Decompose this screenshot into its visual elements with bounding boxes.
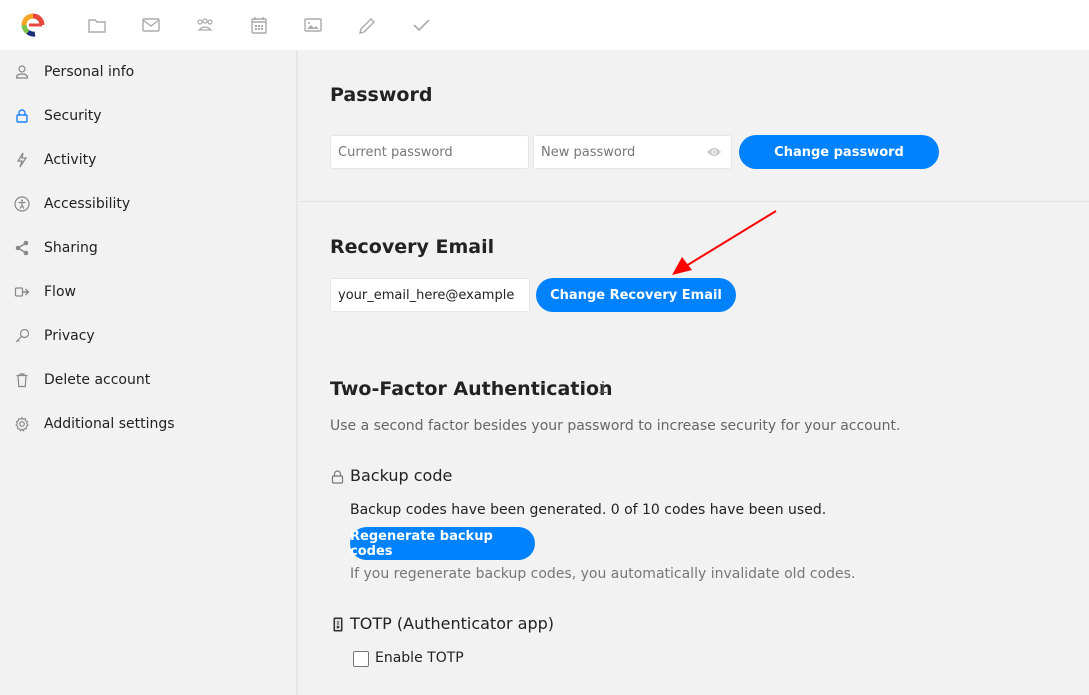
new-password-input[interactable]: New password [533, 135, 732, 169]
totp-heading: TOTP (Authenticator app) [350, 614, 555, 633]
new-password-placeholder: New password [541, 144, 636, 160]
lock-icon [331, 469, 344, 484]
recovery-email-value: your_email_here@example [338, 287, 515, 303]
current-password-placeholder: Current password [338, 144, 453, 160]
share-icon [14, 240, 30, 256]
sidebar-item-label: Accessibility [44, 196, 131, 212]
user-icon [14, 64, 30, 80]
sidebar-item-accessibility[interactable]: Accessibility [0, 182, 296, 226]
enable-totp-checkbox[interactable] [353, 651, 369, 667]
backup-code-hint: If you regenerate backup codes, you auto… [350, 566, 856, 582]
section-divider [300, 201, 1089, 202]
change-password-button[interactable]: Change password [739, 135, 939, 169]
pencil-icon[interactable] [356, 14, 378, 36]
sidebar-item-security[interactable]: Security [0, 94, 296, 138]
gear-icon [14, 416, 30, 432]
lightning-icon [14, 152, 30, 168]
sidebar-item-label: Additional settings [44, 416, 175, 432]
sidebar: Personal info Security Activity Accessib… [0, 50, 298, 695]
phone-icon [333, 617, 343, 632]
mail-icon[interactable] [140, 14, 162, 36]
sidebar-item-label: Personal info [44, 64, 135, 80]
key-icon [14, 328, 30, 344]
recovery-email-input[interactable]: your_email_here@example [330, 278, 530, 312]
eye-icon[interactable] [706, 145, 722, 159]
contacts-icon[interactable] [194, 14, 216, 36]
logo-icon[interactable] [20, 12, 46, 38]
sidebar-item-activity[interactable]: Activity [0, 138, 296, 182]
sidebar-item-label: Delete account [44, 372, 151, 388]
change-recovery-email-button[interactable]: Change Recovery Email [536, 278, 736, 312]
backup-code-heading: Backup code [350, 466, 453, 485]
checkmark-icon[interactable] [410, 14, 432, 36]
regenerate-backup-codes-button[interactable]: Regenerate backup codes [350, 527, 535, 560]
sidebar-item-label: Flow [44, 284, 76, 300]
sidebar-item-label: Privacy [44, 328, 95, 344]
enable-totp-label[interactable]: Enable TOTP [375, 650, 464, 666]
sidebar-item-privacy[interactable]: Privacy [0, 314, 296, 358]
sidebar-item-flow[interactable]: Flow [0, 270, 296, 314]
folder-icon[interactable] [86, 14, 108, 36]
sidebar-item-label: Security [44, 108, 102, 124]
calendar-icon[interactable] [248, 14, 270, 36]
recovery-email-heading: Recovery Email [330, 236, 495, 258]
sidebar-item-delete-account[interactable]: Delete account [0, 358, 296, 402]
main-content: Password Current password New password C… [300, 50, 1089, 695]
info-icon[interactable]: i [598, 378, 608, 397]
image-icon[interactable] [302, 14, 324, 36]
trash-icon [14, 372, 30, 388]
flow-icon [14, 284, 30, 300]
sidebar-item-personal-info[interactable]: Personal info [0, 50, 296, 94]
top-bar [0, 0, 1089, 50]
two-factor-heading: Two-Factor Authentication [330, 378, 613, 400]
sidebar-item-label: Activity [44, 152, 97, 168]
password-heading: Password [330, 84, 433, 106]
sidebar-item-additional-settings[interactable]: Additional settings [0, 402, 296, 446]
lock-icon [14, 108, 30, 124]
accessibility-icon [14, 196, 30, 212]
two-factor-description: Use a second factor besides your passwor… [330, 418, 901, 434]
sidebar-item-label: Sharing [44, 240, 98, 256]
backup-code-status: Backup codes have been generated. 0 of 1… [350, 502, 827, 518]
current-password-input[interactable]: Current password [330, 135, 529, 169]
sidebar-item-sharing[interactable]: Sharing [0, 226, 296, 270]
